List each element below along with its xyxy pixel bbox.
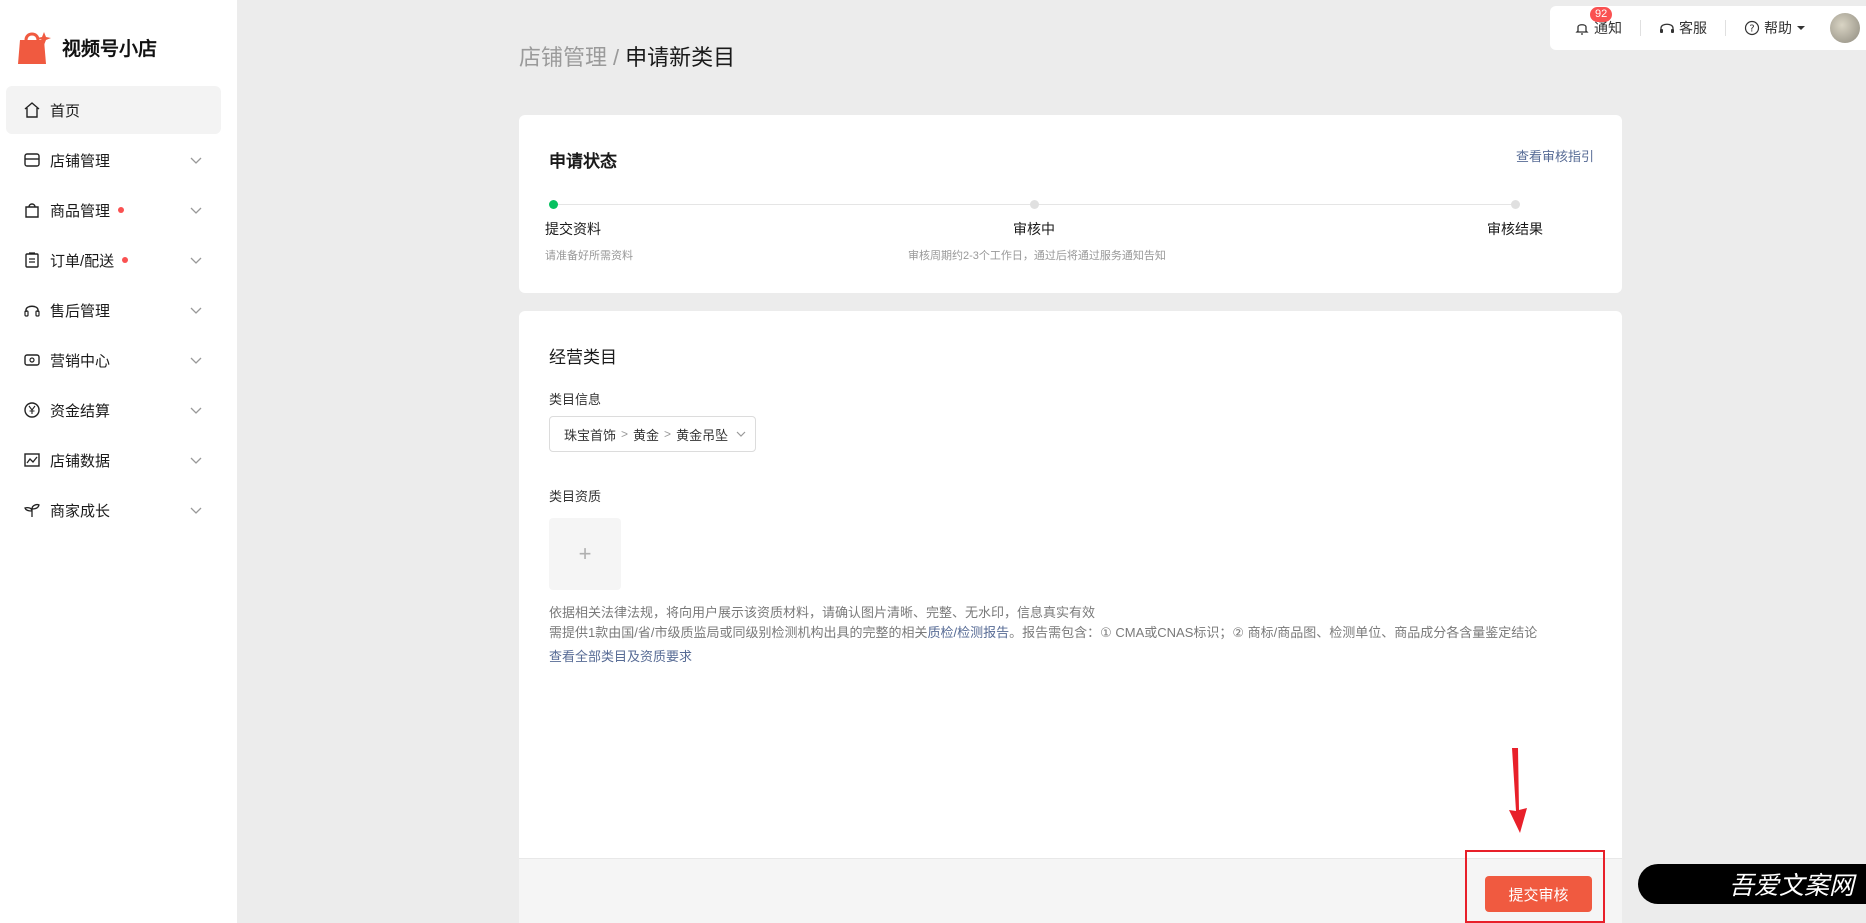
sidebar-item-growth[interactable]: 商家成长 [6,486,221,534]
breadcrumb-parent[interactable]: 店铺管理 [519,45,607,70]
plus-icon: + [578,541,592,566]
divider [1640,20,1641,36]
breadcrumb: 店铺管理 / 申请新类目 [519,40,735,72]
sidebar-item-products[interactable]: 商品管理 [6,186,221,234]
chevron-down-icon [190,507,202,514]
chart-icon [22,450,42,470]
sidebar-item-aftersales[interactable]: 售后管理 [6,286,221,334]
sidebar-item-label: 售后管理 [50,302,111,320]
yuan-coin-icon [22,400,42,420]
status-title: 申请状态 [549,152,617,171]
step-label-result: 审核结果 [1487,221,1543,237]
category-level-1: 珠宝首饰 [564,427,617,443]
sidebar-nav: 首页 店铺管理 商品管理 订单/配送 售后管理 营销中心 资金结算 店铺数据 商… [6,86,221,536]
watermark: 吾爱文案网 [1638,864,1866,904]
chevron-down-icon [190,407,202,414]
all-categories-requirements-link[interactable]: 查看全部类目及资质要求 [549,646,692,665]
sidebar-item-finance[interactable]: 资金结算 [6,386,221,434]
chevron-down-icon [190,257,202,264]
sidebar-item-label: 营销中心 [50,352,111,370]
business-category-card: 经营类目 类目信息 珠宝首饰 > 黄金 > 黄金吊坠 类目资质 + 依据相关法律… [519,311,1622,923]
note-text: 。报告需包含：① CMA或CNAS标识；② 商标/商品图、检测单位、商品成分各含… [1009,625,1538,640]
headset-icon [1660,23,1674,33]
sprout-icon [22,500,42,520]
shopping-bag-icon [22,200,42,220]
sidebar-item-label: 订单/配送 [50,252,115,270]
caret-down-icon [1797,26,1805,30]
clipboard-icon [22,250,42,270]
category-cascader[interactable]: 珠宝首饰 > 黄金 > 黄金吊坠 [549,416,756,452]
sidebar-item-data[interactable]: 店铺数据 [6,436,221,484]
category-info-label: 类目信息 [549,392,602,407]
watermark-text: 吾爱文案网 [1728,871,1854,900]
sidebar-item-label: 首页 [50,102,81,120]
step-desc-submit: 请准备好所需资料 [545,250,633,262]
chevron-down-icon [190,307,202,314]
sidebar-item-store[interactable]: 店铺管理 [6,136,221,184]
top-toolbar: 通知 92 客服 ? 帮助 [1550,6,1866,50]
brand-name: 视频号小店 [62,38,158,60]
step-dot-submitted [549,200,558,209]
action-footer [519,858,1622,923]
brand[interactable]: 视频号小店 [16,28,157,66]
chevron-down-icon [190,457,202,464]
step-dot-result [1511,200,1520,209]
step-dot-reviewing [1030,200,1039,209]
sidebar-item-orders[interactable]: 订单/配送 [6,236,221,284]
divider [1725,20,1726,36]
sidebar-item-home[interactable]: 首页 [6,86,221,134]
qualification-note-1: 依据相关法律法规，将向用户展示该资质材料，请确认图片清晰、完整、无水印，信息真实… [549,605,1096,620]
category-level-2: 黄金 [633,427,660,443]
sidebar-item-label: 商家成长 [50,502,111,520]
shop-bag-logo-icon [18,32,51,64]
help-circle-icon: ? [1744,20,1760,36]
breadcrumb-separator: / [613,45,620,70]
qualification-note-2: 需提供1款由国/省/市级质监局或同级别检测机构出具的完整的相关质检/检测报告。报… [549,622,1537,641]
ticket-icon [22,350,42,370]
home-icon [22,100,42,120]
annotation-highlight-box [1465,850,1605,923]
customer-service-label: 客服 [1679,20,1707,36]
step-label-submit: 提交资料 [545,221,601,237]
note-text: 需提供1款由国/省/市级质监局或同级别检测机构出具的完整的相关 [549,625,928,640]
svg-text:?: ? [1749,24,1754,35]
chevron-down-icon [190,157,202,164]
chevron-down-icon [190,357,202,364]
help-dropdown[interactable]: ? 帮助 [1744,18,1806,38]
notification-count-badge: 92 [1590,7,1613,22]
review-guide-link[interactable]: 查看审核指引 [1516,146,1594,165]
sidebar: 视频号小店 首页 店铺管理 商品管理 订单/配送 售后管理 营销中心 资金结算 … [0,0,237,923]
notification-button[interactable]: 通知 92 [1574,7,1622,38]
category-qualification-label: 类目资质 [549,489,602,504]
category-level-3: 黄金吊坠 [676,427,729,443]
chevron-right-icon: > [621,427,629,441]
customer-service-button[interactable]: 客服 [1659,18,1707,38]
headset-icon [22,300,42,320]
inspection-report-link[interactable]: 质检/检测报告 [927,625,1009,640]
notification-dot [122,257,129,263]
help-label: 帮助 [1764,20,1792,36]
sidebar-item-label: 店铺数据 [50,452,111,470]
chevron-right-icon: > [664,427,672,441]
sidebar-item-marketing[interactable]: 营销中心 [6,336,221,384]
step-label-reviewing: 审核中 [1013,221,1055,237]
bell-icon [1575,24,1589,35]
annotation-arrow-icon [1509,748,1527,833]
sidebar-item-label: 资金结算 [50,402,111,420]
page-title: 申请新类目 [625,45,736,70]
chevron-down-icon [190,207,202,214]
sidebar-item-label: 商品管理 [50,202,111,220]
sidebar-item-label: 店铺管理 [50,152,111,170]
step-desc-reviewing: 审核周期约2-3个工作日，通过后将通过服务通知告知 [908,250,1166,262]
application-status-card: 申请状态 查看审核指引 提交资料 审核中 审核结果 请准备好所需资料 审核周期约… [519,115,1622,293]
qualification-upload-button[interactable]: + [549,518,621,590]
category-section-title: 经营类目 [549,348,617,367]
store-icon [22,150,42,170]
chevron-down-icon [736,431,746,437]
avatar[interactable] [1830,13,1860,43]
notification-dot [118,207,125,213]
